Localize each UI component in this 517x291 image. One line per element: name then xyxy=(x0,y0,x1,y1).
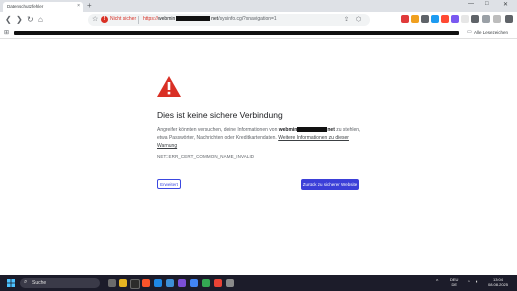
url-scheme: https:// xyxy=(143,16,159,22)
profile-icon[interactable] xyxy=(493,15,501,23)
clock-date: 08.08.2025 xyxy=(487,282,509,287)
address-bar[interactable]: ☆ ! Nicht sicher https://webmin net/sysin… xyxy=(88,14,370,26)
volume-icon[interactable]: ◖ xyxy=(475,279,478,285)
url-host-start: webmin xyxy=(158,16,176,22)
warning-triangle-icon xyxy=(157,76,181,97)
advanced-button[interactable]: Erweitert xyxy=(157,179,181,189)
tab-close-icon[interactable]: × xyxy=(77,3,80,9)
security-label[interactable]: Nicht sicher xyxy=(110,16,136,22)
windows-start-icon[interactable] xyxy=(7,279,15,287)
new-tab-button[interactable]: + xyxy=(87,2,92,10)
url-path: /sysinfo.cgi?xnavigation=1 xyxy=(218,16,277,22)
brave-browser-icon[interactable] xyxy=(142,279,150,287)
keyboard-layout: DE xyxy=(451,282,457,287)
app-icon[interactable] xyxy=(214,279,222,287)
app-icon[interactable] xyxy=(166,279,174,287)
app-icon[interactable] xyxy=(178,279,186,287)
extension-icon[interactable] xyxy=(471,15,479,23)
extension-icon[interactable] xyxy=(451,15,459,23)
separator xyxy=(138,16,139,24)
warning-icon[interactable]: ! xyxy=(101,16,108,23)
tab-strip: Datenschutzfehler × + — □ ✕ xyxy=(0,0,517,12)
terminal-icon[interactable] xyxy=(130,279,140,289)
redacted-bookmarks xyxy=(14,31,459,35)
extension-icon[interactable] xyxy=(421,15,429,23)
app-icon[interactable] xyxy=(202,279,210,287)
maximize-icon[interactable]: □ xyxy=(485,1,489,7)
url-text[interactable]: https://webmin net/sysinfo.cgi?xnavigatio… xyxy=(143,16,277,22)
forward-icon[interactable]: ❯ xyxy=(16,15,23,24)
task-view-icon[interactable] xyxy=(108,279,116,287)
extension-icon[interactable] xyxy=(401,15,409,23)
share-icon[interactable]: ⇪ xyxy=(344,16,349,23)
folder-icon: ▭ xyxy=(467,29,472,35)
search-icon: ⌕ xyxy=(24,279,28,285)
bookmarks-bar: ⊞ ▭ Alle Lesezeichen xyxy=(0,28,517,39)
brave-shield-icon[interactable]: ⬡ xyxy=(356,16,361,23)
home-icon[interactable]: ⌂ xyxy=(38,15,43,24)
tray-chevron-icon[interactable]: ^ xyxy=(436,279,438,285)
all-bookmarks-button[interactable]: Alle Lesezeichen xyxy=(474,30,508,35)
close-window-icon[interactable]: ✕ xyxy=(503,1,508,8)
redacted-domain xyxy=(297,127,328,133)
reload-icon[interactable]: ↻ xyxy=(27,15,34,24)
extension-icon[interactable] xyxy=(461,15,469,23)
taskbar: ⌕ Suche ^ DEU DE ◔ ◖ 13:04 08.08.2025 xyxy=(0,275,517,291)
sidebar-icon[interactable] xyxy=(482,15,490,23)
extension-icon[interactable] xyxy=(431,15,439,23)
extension-icon[interactable] xyxy=(441,15,449,23)
back-icon[interactable]: ❮ xyxy=(5,15,12,24)
error-code: NET::ERR_CERT_COMMON_NAME_INVALID xyxy=(157,154,255,159)
app-icon[interactable] xyxy=(226,279,234,287)
apps-grid-icon[interactable]: ⊞ xyxy=(4,29,9,36)
language-indicator[interactable]: DEU DE xyxy=(450,277,458,287)
menu-icon[interactable] xyxy=(505,15,513,23)
taskbar-search[interactable]: ⌕ Suche xyxy=(20,278,100,288)
redacted-block xyxy=(176,16,211,22)
page-title: Dies ist keine sichere Verbindung xyxy=(157,110,283,120)
app-icon[interactable] xyxy=(190,279,198,287)
back-to-safety-button[interactable]: Zurück zu sicherer Website xyxy=(301,179,359,190)
minimize-icon[interactable]: — xyxy=(468,1,474,7)
error-description: Angreifer könnten versuchen, deine Infor… xyxy=(157,126,367,150)
clock[interactable]: 13:04 08.08.2025 xyxy=(484,277,512,287)
tab-privacy-error[interactable]: Datenschutzfehler × xyxy=(3,2,83,12)
file-explorer-icon[interactable] xyxy=(119,279,127,287)
domain-start: webmin xyxy=(278,127,298,133)
tab-title: Datenschutzfehler xyxy=(7,4,44,9)
domain-end: net xyxy=(327,127,335,133)
bluetooth-icon[interactable] xyxy=(154,279,162,287)
extension-icon[interactable] xyxy=(411,15,419,23)
bookmark-star-icon[interactable]: ☆ xyxy=(92,15,98,23)
search-placeholder: Suche xyxy=(32,280,47,286)
description-start: Angreifer könnten versuchen, deine Infor… xyxy=(157,127,279,133)
network-icon[interactable]: ◔ xyxy=(467,279,470,285)
